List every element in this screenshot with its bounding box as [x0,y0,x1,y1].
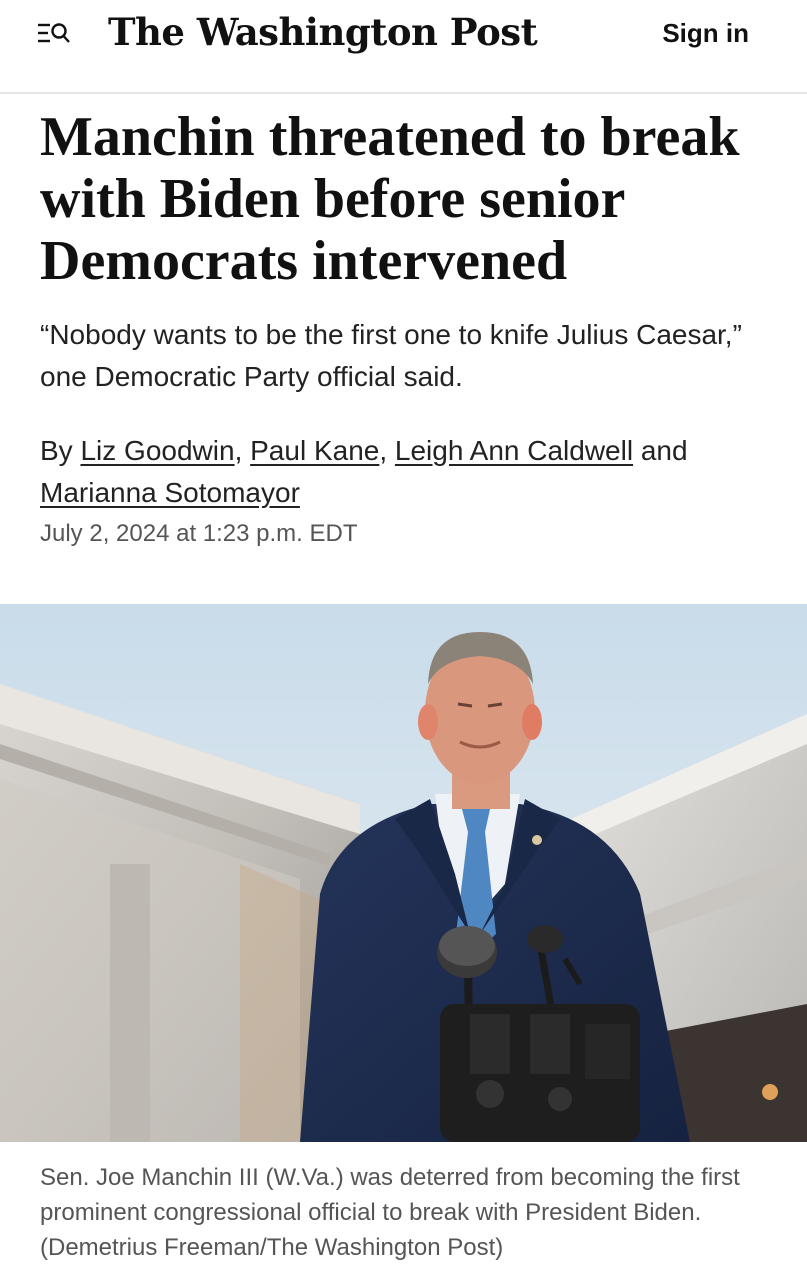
byline-prefix: By [40,435,73,466]
sign-in-button[interactable]: Sign in [662,18,749,49]
byline-separator: , [379,435,395,466]
menu-search-icon[interactable] [36,20,72,48]
site-logo[interactable]: The Washington Post [108,10,538,54]
author-link[interactable]: Leigh Ann Caldwell [395,435,633,466]
article-dek: “Nobody wants to be the first one to kni… [40,319,742,392]
author-link[interactable]: Paul Kane [250,435,379,466]
publish-date: July 2, 2024 at 1:23 p.m. EDT [40,520,358,547]
author-link[interactable]: Marianna Sotomayor [40,477,300,508]
photo-caption: Sen. Joe Manchin III (W.Va.) was deterre… [40,1164,740,1261]
byline: By Liz Goodwin, Paul Kane, Leigh Ann Cal… [40,430,780,514]
lead-photo-illustration [0,604,807,1142]
byline-separator: and [633,435,688,466]
byline-separator: , [234,435,251,466]
lead-photo[interactable] [0,604,807,1142]
author-link[interactable]: Liz Goodwin [80,435,234,466]
top-bar: The Washington Post Sign in [0,0,807,94]
article-headline: Manchin threatened to break with Biden b… [40,106,740,292]
